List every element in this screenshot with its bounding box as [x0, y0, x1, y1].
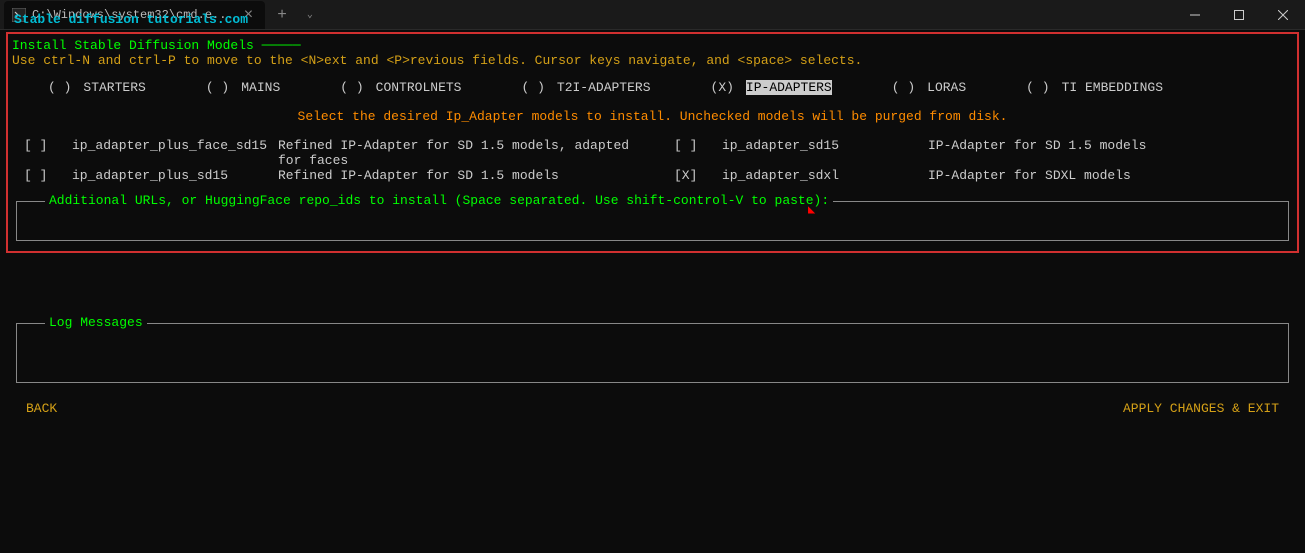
- footer: BACK APPLY CHANGES & EXIT: [6, 383, 1299, 416]
- checkbox-ip-adapter-plus-face-sd15[interactable]: [ ]: [24, 138, 56, 168]
- tab-controlnets[interactable]: ( ) CONTROLNETS: [340, 80, 461, 95]
- checkbox-ip-adapter-sdxl[interactable]: [X]: [674, 168, 706, 183]
- tab-t2i-adapters[interactable]: ( ) T2I-ADAPTERS: [521, 80, 650, 95]
- checkbox-ip-adapter-sd15[interactable]: [ ]: [674, 138, 706, 168]
- minimize-button[interactable]: [1173, 0, 1217, 29]
- tab-starters[interactable]: ( ) STARTERS: [48, 80, 146, 95]
- cmd-icon: [12, 8, 26, 22]
- models-grid: [ ] ip_adapter_plus_face_sd15 Refined IP…: [12, 130, 1293, 183]
- close-icon[interactable]: ×: [240, 7, 258, 23]
- tab-dropdown-icon[interactable]: ⌄: [299, 9, 321, 21]
- highlight-box: Install Stable Diffusion Models ───── Us…: [6, 32, 1299, 253]
- model-name: ip_adapter_sdxl: [722, 168, 912, 183]
- window-controls: [1173, 0, 1305, 29]
- additional-urls-label: Additional URLs, or HuggingFace repo_ids…: [45, 193, 833, 208]
- model-name: ip_adapter_plus_face_sd15: [72, 138, 262, 168]
- close-window-button[interactable]: [1261, 0, 1305, 29]
- help-text: Use ctrl-N and ctrl-P to move to the <N>…: [12, 53, 1293, 68]
- maximize-button[interactable]: [1217, 0, 1261, 29]
- new-tab-button[interactable]: +: [265, 6, 299, 24]
- tab-loras[interactable]: ( ) LORAS: [892, 80, 966, 95]
- model-desc: IP-Adapter for SDXL models: [928, 168, 1281, 183]
- back-button[interactable]: BACK: [26, 401, 57, 416]
- window-titlebar: C:\Windows\system32\cmd.e... × + ⌄: [0, 0, 1305, 30]
- tab-title: C:\Windows\system32\cmd.e...: [32, 8, 234, 22]
- tab-ip-adapters[interactable]: (X) IP-ADAPTERS: [711, 80, 832, 95]
- tab-ti-embeddings[interactable]: ( ) TI EMBEDDINGS: [1026, 80, 1163, 95]
- model-desc: Refined IP-Adapter for SD 1.5 models, ad…: [278, 138, 658, 168]
- model-desc: Refined IP-Adapter for SD 1.5 models: [278, 168, 658, 183]
- tab-mains[interactable]: ( ) MAINS: [206, 80, 280, 95]
- instruction-text: Select the desired Ip_Adapter models to …: [12, 103, 1293, 130]
- model-name: ip_adapter_sd15: [722, 138, 912, 168]
- log-messages-label: Log Messages: [45, 315, 147, 330]
- category-tabs: ( ) STARTERS ( ) MAINS ( ) CONTROLNETS (…: [12, 68, 1293, 103]
- checkbox-ip-adapter-plus-sd15[interactable]: [ ]: [24, 168, 56, 183]
- model-desc: IP-Adapter for SD 1.5 models: [928, 138, 1281, 168]
- log-messages-box: Log Messages: [16, 323, 1289, 383]
- model-name: ip_adapter_plus_sd15: [72, 168, 262, 183]
- installer-title: Install Stable Diffusion Models: [12, 38, 254, 53]
- additional-urls-input[interactable]: Additional URLs, or HuggingFace repo_ids…: [16, 201, 1289, 241]
- title-line-extension: ─────: [262, 38, 301, 53]
- terminal-tab[interactable]: C:\Windows\system32\cmd.e... ×: [4, 1, 265, 29]
- apply-changes-button[interactable]: APPLY CHANGES & EXIT: [1123, 401, 1279, 416]
